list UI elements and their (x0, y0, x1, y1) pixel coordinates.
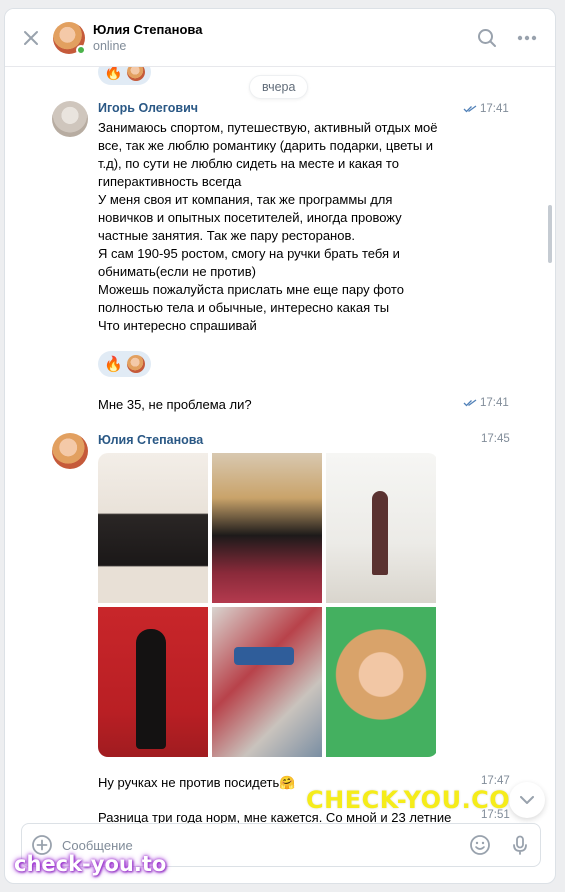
online-indicator (76, 44, 86, 55)
message-reactions[interactable]: 🔥 (98, 351, 151, 377)
contact-name: Юлия Степанова (93, 22, 203, 37)
scroll-down-button[interactable] (509, 782, 545, 818)
photo-thumbnail[interactable] (326, 453, 436, 603)
more-button[interactable] (507, 20, 547, 56)
reactions-previous[interactable]: 🔥 (98, 67, 151, 85)
smile-icon (470, 835, 490, 855)
emoji-button[interactable] (460, 825, 500, 865)
search-icon (478, 28, 496, 47)
message-text: Мне 35, не проблема ли? (98, 397, 252, 412)
author-avatar[interactable] (52, 433, 88, 469)
message-time-label: 17:45 (481, 433, 510, 445)
message-time-label: 17:41 (480, 103, 509, 115)
fire-icon: 🔥 (104, 355, 123, 373)
voice-button[interactable] (500, 825, 540, 865)
photo-thumbnail[interactable] (212, 607, 322, 757)
more-icon (517, 35, 537, 40)
microphone-icon (513, 835, 527, 855)
double-check-icon (463, 399, 477, 407)
header-actions (467, 20, 547, 56)
author-avatar[interactable] (52, 101, 88, 137)
message-text: Занимаюсь спортом, путешествую, активный… (98, 120, 438, 333)
scrollbar-thumb[interactable] (548, 205, 552, 263)
chat-header: Юлия Степанова online (5, 9, 555, 67)
message-time: 17:41 (463, 397, 509, 409)
message-text: Ну ручках не против посидеть🤗 (98, 775, 296, 790)
chevron-down-icon (520, 796, 534, 804)
double-check-icon (463, 105, 477, 113)
photo-thumbnail[interactable] (98, 607, 208, 757)
reaction-avatar (126, 67, 145, 81)
close-icon (24, 30, 38, 45)
photo-thumbnail[interactable] (98, 453, 208, 603)
watermark-small: check-you.to (14, 852, 167, 876)
photo-grid (98, 453, 438, 757)
photo-thumbnail[interactable] (326, 607, 436, 757)
search-button[interactable] (467, 20, 507, 56)
date-separator: вчера (249, 75, 309, 99)
watermark-large: CHECK-YOU.CO (306, 786, 511, 814)
fire-icon: 🔥 (104, 67, 123, 81)
message-feed: 🔥 вчера Игорь Олегович 17:41 Занимаюсь с… (5, 67, 555, 823)
message-time-label: 17:41 (480, 397, 509, 409)
reaction-avatar (126, 355, 145, 373)
chat-window: Юлия Степанова online 🔥 вчера Игорь Олег… (4, 8, 556, 884)
contact-info[interactable]: Юлия Степанова online (93, 21, 202, 54)
contact-avatar[interactable] (53, 21, 86, 55)
photo-thumbnail[interactable] (212, 453, 322, 603)
contact-status: online (93, 39, 127, 53)
message-time: 17:41 (463, 103, 509, 115)
message-author[interactable]: Игорь Олегович (98, 101, 198, 115)
message-author[interactable]: Юлия Степанова (98, 433, 203, 447)
message-time: 17:45 (481, 433, 510, 445)
close-button[interactable] (13, 20, 49, 56)
